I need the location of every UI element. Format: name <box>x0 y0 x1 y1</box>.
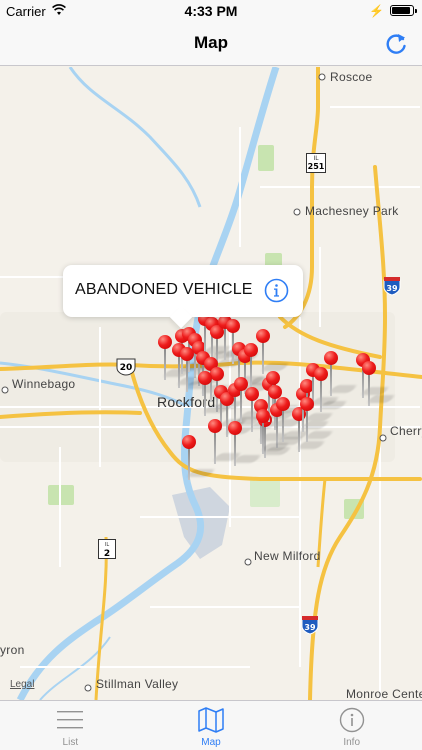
shield-number: 20 <box>120 363 133 373</box>
shield-number: 2 <box>104 549 110 559</box>
battery-level <box>392 7 410 14</box>
place-label-machesney-park: Machesney Park <box>305 204 399 218</box>
route-shield-il2: IL 2 <box>98 539 116 559</box>
place-label-byron: yron <box>0 643 25 657</box>
route-shield-i39-north: 39 <box>383 277 401 296</box>
tab-label: List <box>62 737 79 748</box>
route-shield-il251: IL 251 <box>306 153 326 173</box>
pin-head <box>210 367 224 381</box>
navigation-bar: Map <box>0 22 422 66</box>
pin-needle <box>330 364 332 396</box>
tab-label: Map <box>201 737 221 748</box>
clock: 4:33 PM <box>184 3 238 19</box>
tab-info[interactable]: Info <box>281 701 422 750</box>
map-view[interactable]: Roscoe Machesney Park Winnebago Rockford… <box>0 67 422 700</box>
shield-number: 39 <box>386 284 398 293</box>
map-pin[interactable] <box>324 351 358 407</box>
pin-head <box>158 335 172 349</box>
map-pin[interactable] <box>362 361 396 417</box>
pin-head <box>182 435 196 449</box>
place-label-cherry: Cherry <box>390 424 422 438</box>
place-label-stillman-valley: Stillman Valley <box>96 677 179 691</box>
map-pin[interactable] <box>158 335 192 391</box>
pin-needle <box>240 390 242 422</box>
info-icon <box>339 707 364 733</box>
place-label-monroe-center: Monroe Center <box>346 687 422 700</box>
pin-head <box>208 419 222 433</box>
pin-needle <box>214 432 216 464</box>
pin-needle <box>204 384 206 416</box>
app-root: Carrier 4:33 PM ⚡ Map Roscoe Machesney P… <box>0 0 422 750</box>
map-icon <box>198 707 224 733</box>
place-label-winnebago: Winnebago <box>12 377 76 391</box>
pin-head <box>198 371 212 385</box>
pin-needle <box>368 374 370 406</box>
tab-list[interactable]: List <box>0 701 141 750</box>
place-label-roscoe: Roscoe <box>330 70 373 84</box>
charging-icon: ⚡ <box>369 4 384 18</box>
page-title: Map <box>194 33 228 52</box>
pin-head <box>228 421 242 435</box>
tab-bar: List Map Info <box>0 700 422 750</box>
map-pin[interactable] <box>256 409 290 465</box>
map-pin[interactable] <box>180 347 214 403</box>
pin-head <box>324 351 338 365</box>
callout-info-button[interactable] <box>264 278 289 303</box>
map-pin[interactable] <box>182 435 216 491</box>
pin-needle <box>262 342 264 374</box>
refresh-icon <box>398 34 405 42</box>
pin-head <box>256 329 270 343</box>
shield-state: IL <box>105 542 109 548</box>
battery-icon <box>390 5 417 16</box>
pin-needle <box>250 356 252 388</box>
pin-needle <box>320 380 322 412</box>
pin-needle <box>186 360 188 392</box>
status-bar: Carrier 4:33 PM ⚡ <box>0 0 422 22</box>
map-pin[interactable] <box>228 421 262 477</box>
tab-label: Info <box>343 737 361 748</box>
pin-head <box>300 397 314 411</box>
legal-link[interactable]: Legal <box>10 679 34 690</box>
pin-head <box>180 347 194 361</box>
pin-needle <box>164 348 166 380</box>
annotation-callout[interactable]: ABANDONED VEHICLE <box>63 265 303 317</box>
shield-state: IL <box>313 155 319 162</box>
list-icon <box>57 711 84 729</box>
map-pin[interactable] <box>300 397 334 453</box>
pin-head <box>276 397 290 411</box>
pin-head <box>226 319 240 333</box>
pin-head <box>266 371 280 385</box>
callout-title: ABANDONED VEHICLE <box>75 281 253 298</box>
pin-head <box>256 409 270 423</box>
route-shield-i39-south: 39 <box>301 616 319 635</box>
map-pin[interactable] <box>208 419 242 475</box>
route-shield-us20: 20 <box>116 358 136 376</box>
tab-map[interactable]: Map <box>141 701 282 750</box>
place-label-new-milford: New Milford <box>254 549 321 563</box>
pin-needle <box>251 400 253 432</box>
pin-needle <box>234 434 236 466</box>
pin-needle <box>262 422 264 454</box>
pin-needle <box>282 410 284 442</box>
pin-needle <box>188 448 190 480</box>
pin-head <box>362 361 376 375</box>
shield-number: 251 <box>308 162 325 171</box>
refresh-button[interactable] <box>382 30 410 58</box>
pin-needle <box>306 410 308 442</box>
shield-number: 39 <box>304 623 316 632</box>
